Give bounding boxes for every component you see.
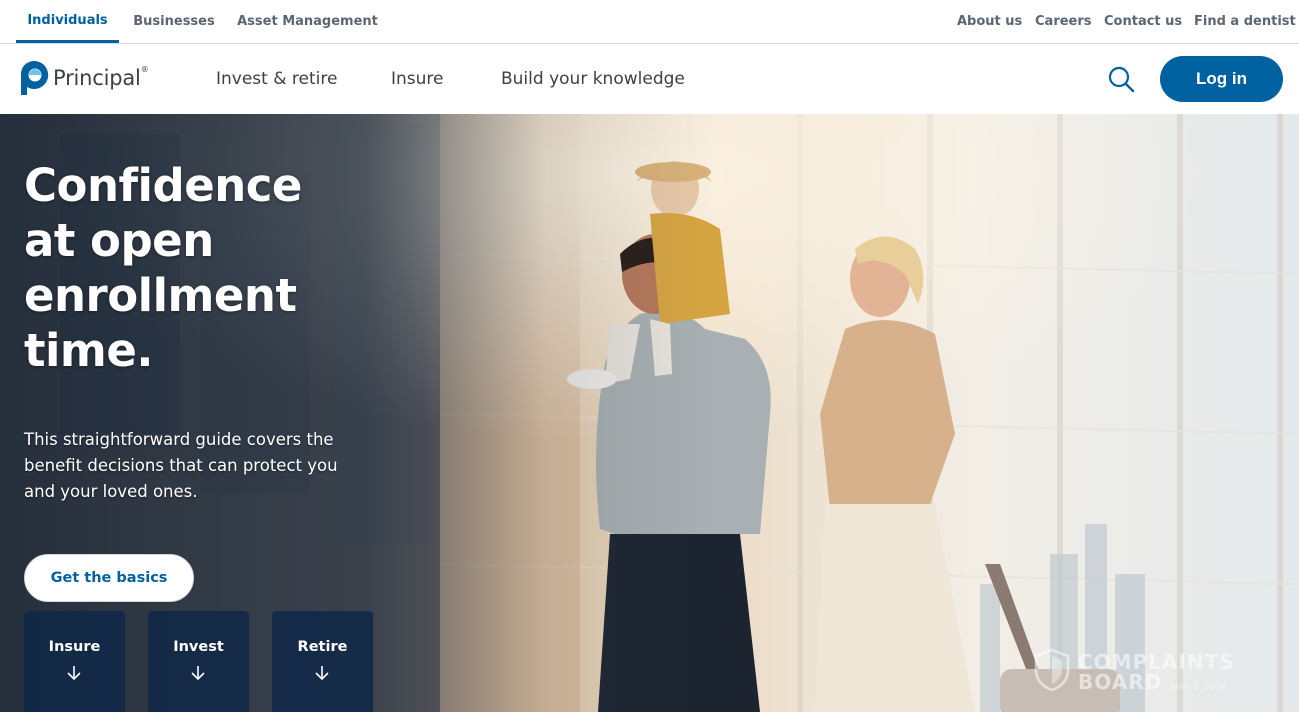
arrow-down-icon bbox=[315, 666, 329, 681]
shield-icon bbox=[1034, 648, 1070, 692]
segment-tab-individuals[interactable]: Individuals bbox=[16, 0, 119, 43]
login-button[interactable]: Log in bbox=[1160, 56, 1283, 102]
search-button[interactable] bbox=[1106, 64, 1136, 94]
arrow-down-icon bbox=[67, 666, 81, 681]
segment-tab-asset-management[interactable]: Asset Management bbox=[236, 0, 379, 43]
search-icon bbox=[1108, 66, 1135, 93]
brand-name: Principal bbox=[53, 66, 141, 90]
nav-insure[interactable]: Insure bbox=[391, 44, 444, 114]
contact-us-link[interactable]: Contact us bbox=[1104, 0, 1182, 43]
careers-link[interactable]: Careers bbox=[1035, 0, 1092, 43]
find-a-dentist-link[interactable]: Find a dentist bbox=[1194, 0, 1296, 43]
tile-insure-label: Insure bbox=[48, 639, 101, 655]
tile-insure[interactable]: Insure bbox=[24, 611, 125, 712]
hero-headline: Confidence at open enrollment time. bbox=[24, 158, 384, 378]
watermark-line-2: BOARD bbox=[1078, 670, 1163, 694]
hero-banner: Confidence at open enrollment time. This… bbox=[0, 114, 1299, 712]
headline-line-2: at open bbox=[24, 214, 214, 267]
tile-invest[interactable]: Invest bbox=[148, 611, 249, 712]
headline-line-1: Confidence bbox=[24, 159, 302, 212]
arrow-down-icon bbox=[191, 666, 205, 681]
tile-retire[interactable]: Retire bbox=[272, 611, 373, 712]
principal-logo-icon bbox=[20, 60, 49, 95]
tile-invest-label: Invest bbox=[173, 639, 224, 655]
registered-mark: ® bbox=[140, 65, 149, 74]
segment-tab-businesses[interactable]: Businesses bbox=[128, 0, 220, 43]
about-us-link[interactable]: About us bbox=[957, 0, 1022, 43]
top-utility-bar: Individuals Businesses Asset Management … bbox=[0, 0, 1299, 44]
get-the-basics-button[interactable]: Get the basics bbox=[24, 554, 194, 602]
headline-line-4: time. bbox=[24, 324, 153, 377]
main-navigation: Principal ® Invest & retire Insure Build… bbox=[0, 44, 1299, 114]
hero-description: This straightforward guide covers the be… bbox=[24, 430, 338, 501]
tile-retire-label: Retire bbox=[297, 639, 348, 655]
principal-logo[interactable]: Principal ® bbox=[19, 60, 149, 96]
headline-line-3: enrollment bbox=[24, 269, 297, 322]
watermark-line-3: SINCE 2004 bbox=[1170, 682, 1227, 691]
complaints-board-watermark: COMPLAINTS BOARD SINCE 2004 bbox=[1034, 648, 1254, 696]
nav-build-your-knowledge[interactable]: Build your knowledge bbox=[501, 44, 685, 114]
nav-invest-retire[interactable]: Invest & retire bbox=[216, 44, 337, 114]
